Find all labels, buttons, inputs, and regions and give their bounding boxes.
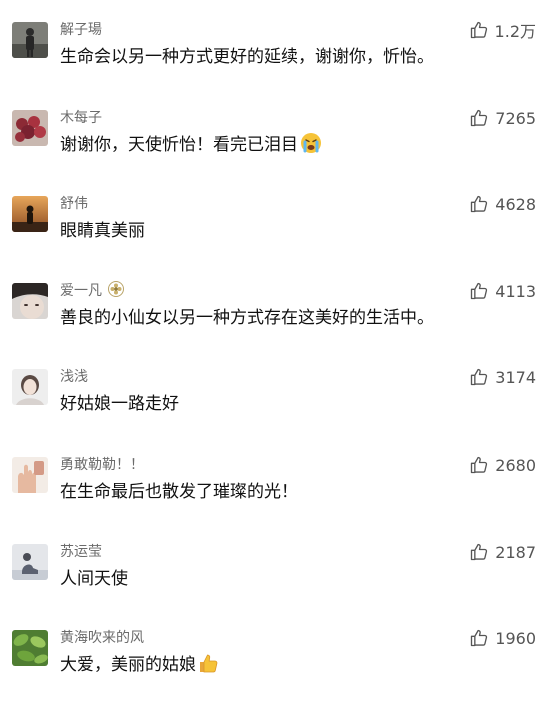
comment-text: 生命会以另一种方式更好的延续，谢谢你，忻怡。 [60, 47, 434, 67]
like-button[interactable]: 1960 [469, 626, 536, 650]
like-button[interactable]: 7265 [469, 106, 536, 130]
nickname[interactable]: 舒伟 [60, 194, 88, 214]
thumbs-up-icon [469, 628, 489, 648]
like-button[interactable]: 2187 [469, 540, 536, 564]
thumbs-up-icon [469, 194, 489, 214]
comment-text: 在生命最后也散发了璀璨的光！ [60, 482, 298, 502]
like-count: 1.2万 [494, 22, 536, 41]
green-leaves-avatar [12, 630, 48, 666]
sunset-silhouette-avatar [12, 196, 48, 232]
nickname[interactable]: 浅浅 [60, 367, 88, 387]
thumbs-up-icon [469, 281, 489, 301]
comment-item: 爱一凡 善良的小仙女以另一种方式存在这美好的生活中。 4113 [0, 281, 550, 363]
comment-text: 人间天使 [60, 569, 128, 589]
like-button[interactable]: 2680 [469, 453, 536, 477]
hand-gesture-avatar [12, 457, 48, 493]
like-button[interactable]: 4113 [469, 279, 536, 303]
avatar[interactable] [12, 196, 48, 232]
nickname[interactable]: 勇敢勒勒！！ [60, 455, 144, 475]
comment-text: 善良的小仙女以另一种方式存在这美好的生活中。 [60, 308, 434, 328]
like-count: 3174 [495, 367, 536, 387]
nickname[interactable]: 苏运莹 [60, 542, 102, 562]
avatar[interactable] [12, 283, 48, 319]
person-sitting-avatar [12, 544, 48, 580]
comment-item: 黄海吹来的风 大爱，美丽的姑娘 1960 [0, 628, 550, 710]
comment-text: 谢谢你，天使忻怡！看完已泪目 [60, 132, 322, 162]
thumbs-up-icon [469, 542, 489, 562]
like-count: 4113 [495, 281, 536, 301]
avatar[interactable] [12, 457, 48, 493]
thumbs-up-icon [469, 367, 489, 387]
like-count: 2680 [495, 455, 536, 475]
person-standing-avatar [12, 22, 48, 58]
like-count: 1960 [495, 628, 536, 648]
avatar[interactable] [12, 369, 48, 405]
comment-text: 眼睛真美丽 [60, 221, 145, 241]
thumbs-up-icon [469, 108, 489, 128]
avatar[interactable] [12, 630, 48, 666]
like-count: 4628 [495, 194, 536, 214]
avatar[interactable] [12, 544, 48, 580]
comment-item: 舒伟 眼睛真美丽 4628 [0, 194, 550, 276]
flower-badge-icon [108, 281, 124, 303]
comment-item: 浅浅 好姑娘一路走好 3174 [0, 367, 550, 449]
thumbs-up-icon [469, 20, 489, 40]
girl-portrait-avatar [12, 369, 48, 405]
nickname[interactable]: 木每子 [60, 108, 102, 128]
comment-text: 好姑娘一路走好 [60, 394, 179, 414]
avatar[interactable] [12, 110, 48, 146]
comment-item: 木每子 谢谢你，天使忻怡！看完已泪目 7265 [0, 108, 550, 190]
flowers-avatar [12, 110, 48, 146]
like-count: 2187 [495, 542, 536, 562]
comment-item: 苏运莹 人间天使 2187 [0, 542, 550, 624]
like-button[interactable]: 1.2万 [469, 18, 536, 42]
thumbs-up-icon [469, 455, 489, 475]
comment-text: 大爱，美丽的姑娘 [60, 652, 220, 682]
like-button[interactable]: 3174 [469, 365, 536, 389]
nickname[interactable]: 爱一凡 [60, 281, 124, 303]
thumbs-up-emoji [198, 652, 220, 682]
like-button[interactable]: 4628 [469, 192, 536, 216]
face-closeup-avatar [12, 283, 48, 319]
nickname[interactable]: 黄海吹来的风 [60, 628, 144, 648]
nickname[interactable]: 解子瑒 [60, 20, 102, 40]
avatar[interactable] [12, 22, 48, 58]
comment-item: 解子瑒 生命会以另一种方式更好的延续，谢谢你，忻怡。 1.2万 [0, 20, 550, 102]
like-count: 7265 [495, 108, 536, 128]
comment-item: 勇敢勒勒！！ 在生命最后也散发了璀璨的光！ 2680 [0, 455, 550, 537]
crying-face-emoji [300, 132, 322, 162]
